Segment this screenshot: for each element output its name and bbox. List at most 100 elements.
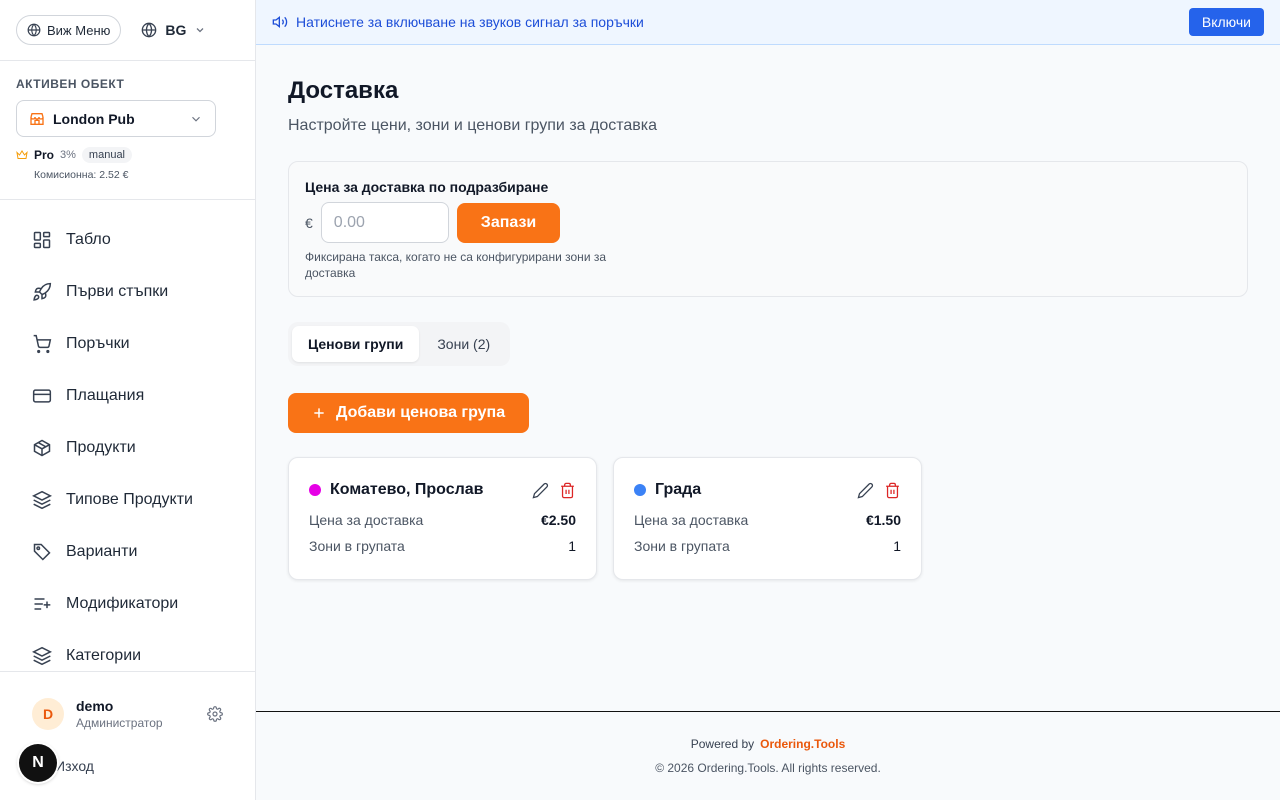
- sidebar-item-modifiers[interactable]: Модификатори: [0, 578, 255, 630]
- brand-link[interactable]: Ordering.Tools: [760, 737, 845, 751]
- plus-icon: [312, 406, 326, 420]
- active-object-section: Активен обект London Pub Pro 3% manual К…: [0, 61, 255, 200]
- plan-row: Pro 3% manual: [16, 147, 239, 163]
- sidebar-nav: Табло Първи стъпки Поръчки Плащания Прод…: [0, 200, 255, 682]
- sidebar-item-first-steps[interactable]: Първи стъпки: [0, 266, 255, 318]
- plan-percent: 3%: [60, 149, 76, 161]
- group-price-value: €1.50: [865, 512, 901, 528]
- sidebar-item-label: Продукти: [66, 439, 136, 456]
- sidebar-item-variants[interactable]: Варианти: [0, 526, 255, 578]
- price-group-card: Града Цена за доставка €1.50 Зони в груп…: [613, 457, 922, 580]
- tabs: Ценови групи Зони (2): [288, 322, 511, 366]
- user-role: Администратор: [76, 716, 163, 730]
- sidebar: Виж Меню BG Активен обект London Pub: [0, 0, 256, 800]
- default-price-label: Цена за доставка по подразбиране: [305, 179, 549, 195]
- sidebar-item-label: Категории: [66, 647, 142, 664]
- group-actions: [857, 482, 901, 499]
- credit-card-icon: [32, 386, 52, 406]
- box-icon: [32, 438, 52, 458]
- group-zones-row: Зони в групата 1: [634, 538, 901, 554]
- group-name: Коматево, Прослав: [330, 481, 484, 498]
- sidebar-item-label: Табло: [66, 231, 111, 248]
- tab-price-groups[interactable]: Ценови групи: [292, 326, 420, 362]
- tab-zones[interactable]: Зони (2): [421, 326, 506, 362]
- user-info: demo Администратор: [76, 698, 195, 730]
- save-button[interactable]: Запази: [456, 202, 561, 243]
- sidebar-top: Виж Меню BG: [0, 0, 255, 61]
- group-price-label: Цена за доставка: [634, 512, 749, 528]
- active-object-name: London Pub: [53, 110, 135, 127]
- copyright: © 2026 Ordering.Tools. All rights reserv…: [655, 761, 881, 775]
- view-menu-label: Виж Меню: [47, 22, 111, 38]
- default-price-input[interactable]: [320, 202, 449, 243]
- commission-text: Комисионна: 2.52 €: [34, 169, 129, 181]
- group-zones-label: Зони в групата: [634, 538, 730, 554]
- sidebar-item-label: Типове Продукти: [66, 491, 193, 508]
- speaker-icon: [272, 14, 288, 30]
- sidebar-item-label: Поръчки: [66, 335, 130, 352]
- default-price-hint: Фиксирана такса, когато не са конфигурир…: [305, 250, 607, 280]
- price-groups-list: Коматево, Прослав Цена за доставка €2.50…: [288, 457, 1248, 580]
- sidebar-item-products[interactable]: Продукти: [0, 422, 255, 474]
- group-zones-row: Зони в групата 1: [309, 538, 576, 554]
- banner-text[interactable]: Натиснете за включване на звуков сигнал …: [296, 14, 1181, 30]
- active-object-label: Активен обект: [16, 77, 125, 91]
- trash-icon[interactable]: [559, 482, 576, 499]
- add-price-group-button[interactable]: Добави ценова група: [288, 393, 530, 433]
- rocket-icon: [32, 282, 52, 302]
- avatar: D: [32, 698, 64, 730]
- language-selector[interactable]: BG: [133, 22, 214, 38]
- group-name: Града: [655, 481, 702, 498]
- group-zones-label: Зони в групата: [309, 538, 405, 554]
- sidebar-item-dashboard[interactable]: Табло: [0, 214, 255, 266]
- user-name: demo: [76, 698, 114, 714]
- footer: Powered by Ordering.Tools © 2026 Ordering…: [256, 711, 1280, 800]
- view-menu-button[interactable]: Виж Меню: [16, 15, 122, 45]
- default-price-row: € Запази: [305, 202, 1231, 243]
- chevron-down-icon: [189, 112, 203, 126]
- group-zones-value: 1: [893, 538, 901, 554]
- powered-by-text: Powered by: [690, 737, 755, 751]
- list-plus-icon: [32, 594, 52, 614]
- group-price-row: Цена за доставка €2.50: [309, 512, 576, 528]
- layers-icon: [32, 646, 52, 666]
- group-color-dot: [634, 484, 646, 496]
- sidebar-item-orders[interactable]: Поръчки: [0, 318, 255, 370]
- page-subtitle: Настройте цени, зони и ценови групи за д…: [288, 117, 658, 134]
- sidebar-item-label: Плащания: [66, 387, 145, 404]
- dev-tools-badge[interactable]: N: [19, 744, 57, 782]
- store-icon: [29, 111, 45, 127]
- group-color-dot: [309, 484, 321, 496]
- powered-by: Powered by Ordering.Tools: [256, 737, 1280, 751]
- chevron-down-icon: [194, 24, 206, 36]
- sidebar-item-label: Варианти: [66, 543, 138, 560]
- plan-name: Pro: [34, 148, 55, 162]
- enable-sound-button[interactable]: Включи: [1188, 8, 1264, 36]
- user-row: D demo Администратор: [0, 672, 255, 730]
- sidebar-item-product-types[interactable]: Типове Продукти: [0, 474, 255, 526]
- price-group-card: Коматево, Прослав Цена за доставка €2.50…: [288, 457, 597, 580]
- trash-icon[interactable]: [884, 482, 901, 499]
- active-object-select[interactable]: London Pub: [16, 100, 216, 137]
- sidebar-item-label: Първи стъпки: [66, 283, 169, 300]
- plan-badge: manual: [81, 147, 132, 163]
- pencil-icon[interactable]: [532, 482, 549, 499]
- logout-button[interactable]: Изход: [55, 758, 94, 774]
- price-group-header: Коматево, Прослав: [309, 478, 576, 502]
- currency-symbol: €: [305, 214, 313, 231]
- group-price-value: €2.50: [540, 512, 576, 528]
- sidebar-item-label: Модификатори: [66, 595, 179, 612]
- crown-icon: [16, 149, 28, 161]
- gear-icon[interactable]: [207, 706, 223, 722]
- globe-icon: [141, 22, 157, 38]
- dashboard-icon: [32, 230, 52, 250]
- add-price-group-label: Добави ценова група: [336, 404, 506, 421]
- cart-icon: [32, 334, 52, 354]
- pencil-icon[interactable]: [857, 482, 874, 499]
- default-price-card: Цена за доставка по подразбиране € Запаз…: [288, 161, 1248, 297]
- page-title: Доставка: [288, 77, 399, 104]
- layers-icon: [32, 490, 52, 510]
- sidebar-item-payments[interactable]: Плащания: [0, 370, 255, 422]
- price-group-header: Града: [634, 478, 901, 502]
- group-zones-value: 1: [568, 538, 576, 554]
